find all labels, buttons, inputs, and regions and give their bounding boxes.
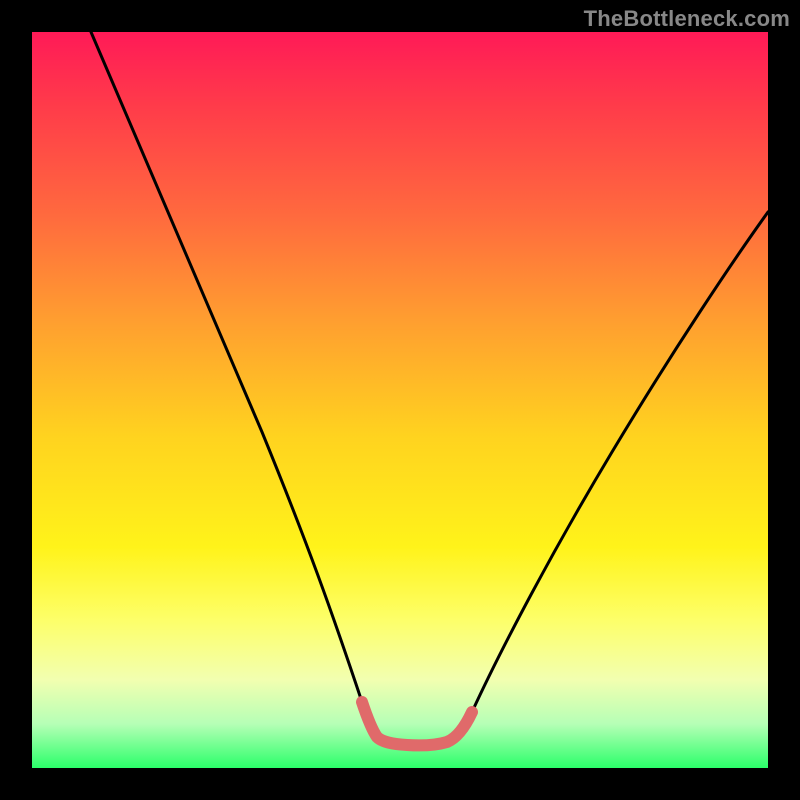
plot-area (32, 32, 768, 768)
flat-minimum-accent (362, 702, 472, 745)
curve-layer (32, 32, 768, 768)
chart-frame: TheBottleneck.com (0, 0, 800, 800)
watermark-text: TheBottleneck.com (584, 6, 790, 32)
bottleneck-curve-path (91, 32, 768, 745)
